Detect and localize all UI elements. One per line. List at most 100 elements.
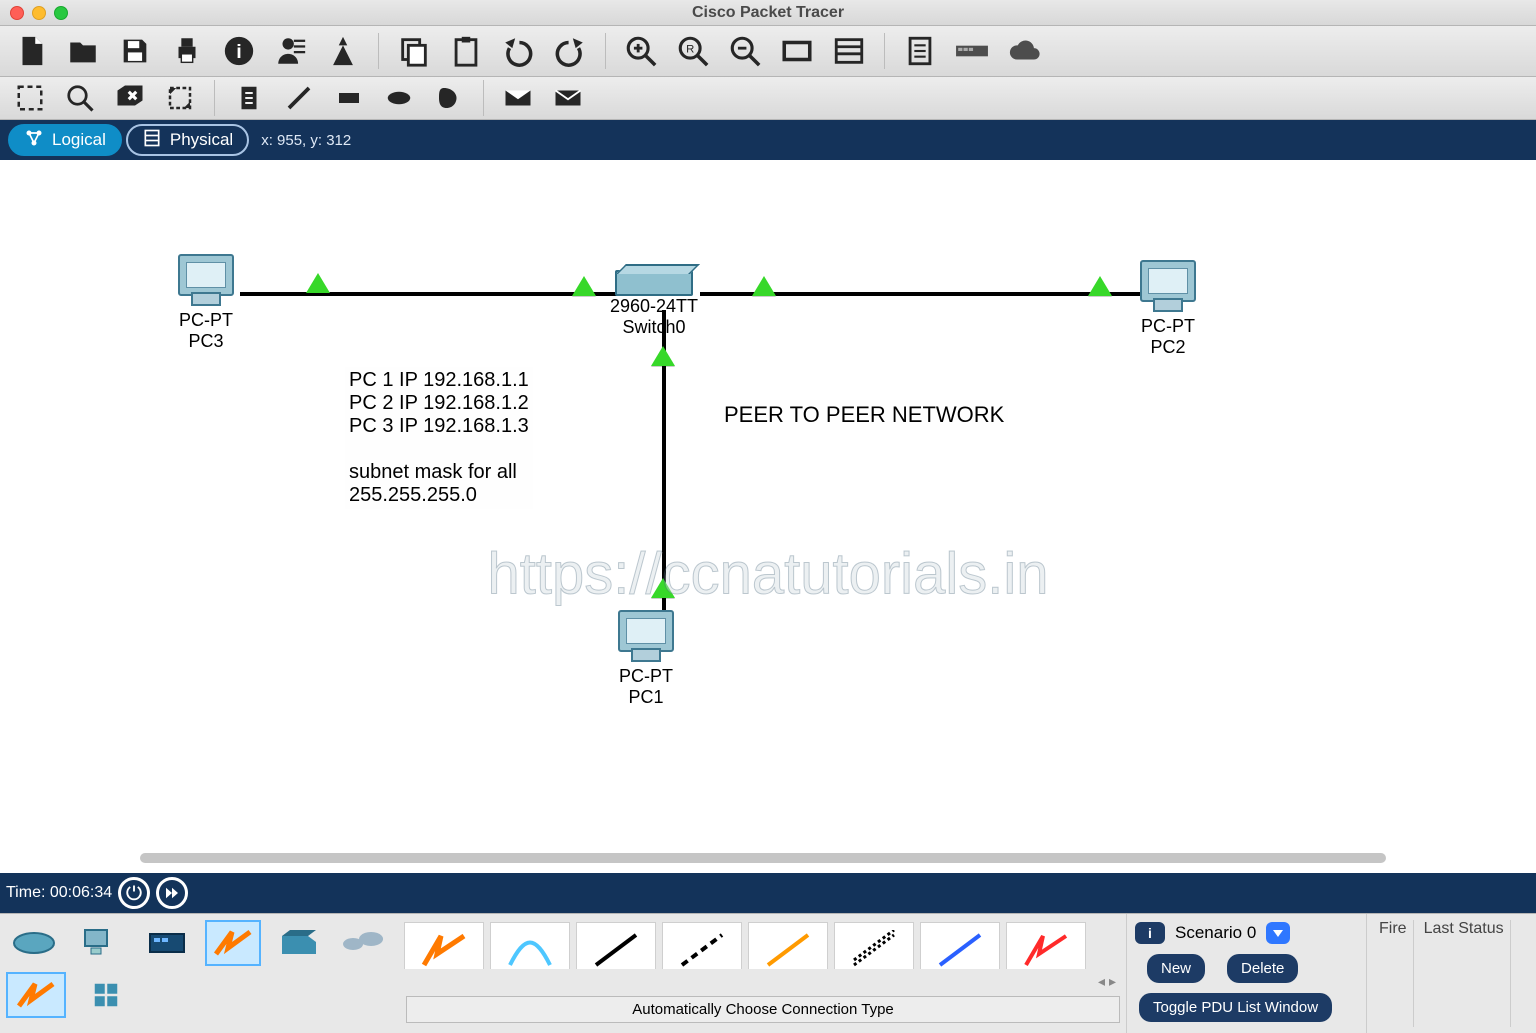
connection-automatic[interactable] (404, 922, 484, 969)
workspace-canvas[interactable]: 2960-24TT Switch0 PC-PT PC3 PC-PT PC2 PC… (0, 160, 1536, 873)
subcategory-generic[interactable] (76, 972, 136, 1018)
tab-logical[interactable]: Logical (8, 124, 122, 156)
network-controller-button[interactable] (268, 30, 314, 72)
main-toolbar: i R (0, 26, 1536, 77)
canvas-scrollbar[interactable] (140, 853, 1386, 863)
device-category-panel (0, 914, 400, 1033)
tab-physical[interactable]: Physical (126, 124, 249, 156)
device-pc3[interactable]: PC-PT PC3 (178, 254, 234, 351)
toolbar-separator (605, 33, 606, 69)
zoom-reset-button[interactable]: R (670, 30, 716, 72)
device-label: PC-PT PC1 (618, 666, 674, 707)
draw-line-button[interactable] (277, 79, 321, 117)
connection-copper-straight[interactable] (576, 922, 656, 969)
device-label: PC-PT PC2 (1140, 316, 1196, 357)
workspace-tabbar: Logical Physical x: 955, y: 312 (0, 120, 1536, 160)
toolbar-separator (214, 80, 215, 116)
copy-button[interactable] (391, 30, 437, 72)
pc-icon (618, 610, 674, 652)
link-status-icon (651, 578, 675, 598)
device-pc1[interactable]: PC-PT PC1 (618, 610, 674, 707)
category-connections[interactable] (205, 920, 261, 966)
save-button[interactable] (112, 30, 158, 72)
pdu-results-headers: Fire Last Status (1366, 914, 1536, 1033)
device-palette: ◂ ▸ Automatically Choose Connection Type… (0, 913, 1536, 1033)
link-status-icon (752, 276, 776, 296)
redo-button[interactable] (547, 30, 593, 72)
device-pc2[interactable]: PC-PT PC2 (1140, 260, 1196, 357)
category-miscellaneous[interactable] (271, 920, 327, 966)
note-ip-addresses[interactable]: PC 1 IP 192.168.1.1 PC 2 IP 192.168.1.2 … (345, 367, 533, 509)
device-label: PC-PT PC3 (178, 310, 234, 351)
connection-type-row (404, 922, 1122, 969)
link-status-icon (1088, 276, 1112, 296)
simple-pdu-button[interactable] (496, 79, 540, 117)
info-icon[interactable]: i (1135, 922, 1165, 944)
select-tool-button[interactable] (8, 79, 52, 117)
tab-logical-label: Logical (52, 130, 106, 150)
rack-icon (142, 128, 162, 153)
category-components[interactable] (139, 920, 195, 966)
device-label: 2960-24TT Switch0 (610, 296, 698, 337)
resize-tool-button[interactable] (158, 79, 202, 117)
connection-fiber[interactable] (748, 922, 828, 969)
draw-ellipse-button[interactable] (377, 79, 421, 117)
scenario-panel: i Scenario 0 New Delete Toggle PDU List … (1126, 914, 1366, 1033)
switch-template-button[interactable] (949, 30, 995, 72)
power-cycle-button[interactable] (118, 877, 150, 909)
zoom-in-button[interactable] (618, 30, 664, 72)
connection-coaxial[interactable] (920, 922, 1000, 969)
link-status-icon (651, 346, 675, 366)
category-end-devices[interactable] (72, 920, 128, 966)
undo-button[interactable] (495, 30, 541, 72)
svg-text:R: R (686, 43, 694, 55)
category-multiuser[interactable] (338, 920, 394, 966)
subcategory-connections[interactable] (6, 972, 66, 1018)
simulation-timebar: Time: 00:06:34 (0, 873, 1536, 913)
connection-serial-dce[interactable] (1006, 922, 1086, 969)
results-col-fire: Fire (1373, 920, 1414, 1027)
fast-forward-button[interactable] (156, 877, 188, 909)
window-title: Cisco Packet Tracer (0, 4, 1536, 22)
scenario-new-button[interactable]: New (1147, 954, 1205, 983)
note-title[interactable]: PEER TO PEER NETWORK (720, 400, 1008, 430)
activity-wizard-button[interactable] (320, 30, 366, 72)
paste-button[interactable] (443, 30, 489, 72)
connection-phone[interactable] (834, 922, 914, 969)
cloud-template-button[interactable] (1001, 30, 1047, 72)
scenario-dropdown[interactable] (1266, 922, 1290, 944)
svg-text:i: i (236, 41, 242, 63)
tab-physical-label: Physical (170, 130, 233, 150)
pc-icon (1140, 260, 1196, 302)
toolbar-separator (483, 80, 484, 116)
topology-icon (24, 128, 44, 153)
notes-button[interactable] (897, 30, 943, 72)
toggle-pdu-list-button[interactable]: Toggle PDU List Window (1139, 993, 1332, 1022)
device-switch0[interactable]: 2960-24TT Switch0 (610, 270, 698, 337)
zoom-out-button[interactable] (722, 30, 768, 72)
palette-nav-arrows[interactable]: ◂ ▸ (410, 973, 1116, 990)
category-network-devices[interactable] (6, 920, 62, 966)
new-file-button[interactable] (8, 30, 54, 72)
scenario-delete-button[interactable]: Delete (1227, 954, 1298, 983)
watermark: https://ccnatutorials.in (488, 540, 1049, 607)
drawing-palette-button[interactable] (774, 30, 820, 72)
complex-pdu-button[interactable] (546, 79, 590, 117)
delete-tool-button[interactable] (108, 79, 152, 117)
custom-devices-button[interactable] (826, 30, 872, 72)
connection-console[interactable] (490, 922, 570, 969)
place-note-button[interactable] (227, 79, 271, 117)
connection-copper-crossover[interactable] (662, 922, 742, 969)
info-button[interactable]: i (216, 30, 262, 72)
scenario-name: Scenario 0 (1175, 923, 1256, 943)
open-file-button[interactable] (60, 30, 106, 72)
results-col-last-status: Last Status (1418, 920, 1511, 1027)
connection-caption: Automatically Choose Connection Type (406, 996, 1120, 1023)
window-titlebar: Cisco Packet Tracer (0, 0, 1536, 26)
secondary-toolbar (0, 77, 1536, 120)
draw-rect-button[interactable] (327, 79, 371, 117)
print-button[interactable] (164, 30, 210, 72)
cursor-coords: x: 955, y: 312 (261, 132, 351, 149)
inspect-tool-button[interactable] (58, 79, 102, 117)
draw-freeform-button[interactable] (427, 79, 471, 117)
